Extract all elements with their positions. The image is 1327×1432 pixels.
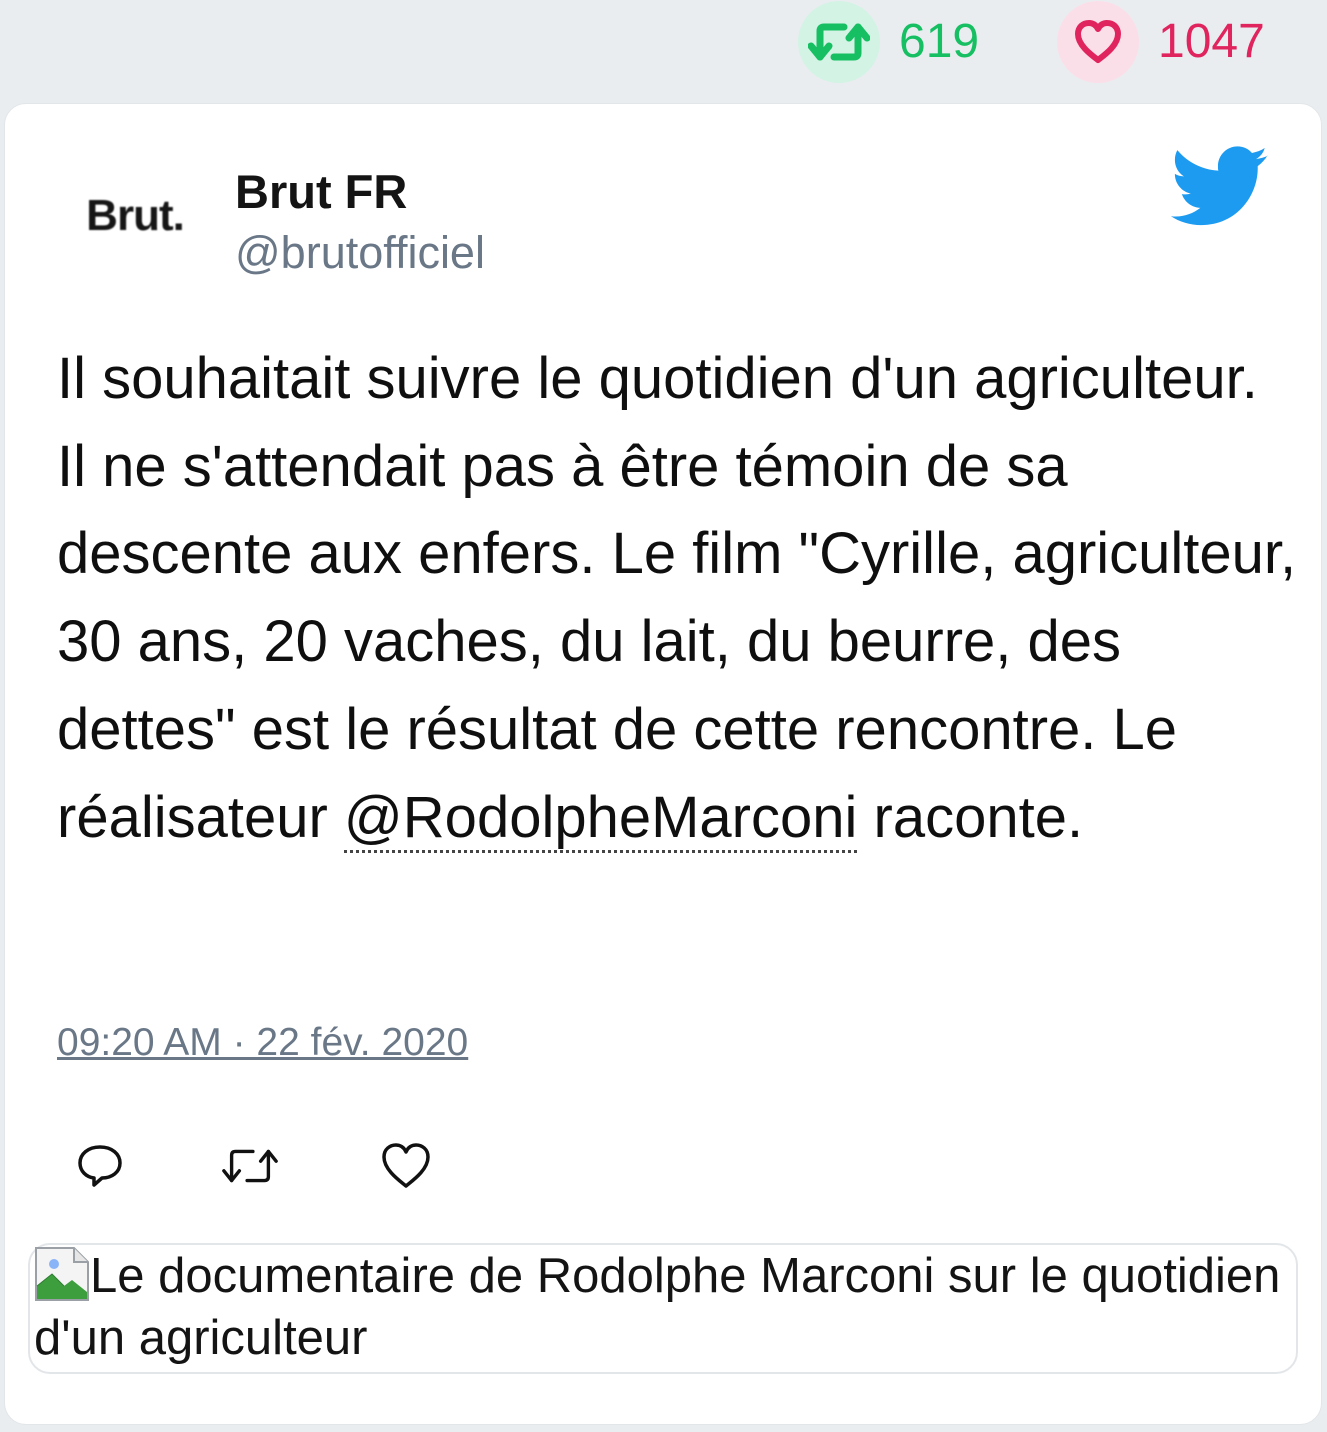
author-name[interactable]: Brut FR	[235, 164, 407, 220]
brut-logo: Brut.	[86, 191, 185, 240]
like-button[interactable]	[376, 1136, 436, 1196]
like-count: 1047	[1158, 15, 1265, 68]
retweet-button[interactable]	[220, 1136, 280, 1196]
media-card[interactable]: Le documentaire de Rodolphe Marconi sur …	[28, 1243, 1298, 1374]
media-alt-text: Le documentaire de Rodolphe Marconi sur …	[34, 1249, 1281, 1365]
engagement-bar: 619 1047	[0, 0, 1327, 84]
like-stat[interactable]: 1047	[1057, 1, 1265, 83]
retweet-stat[interactable]: 619	[798, 1, 979, 83]
twitter-bird-icon[interactable]	[1170, 146, 1270, 228]
reply-icon	[78, 1145, 122, 1187]
tweet-text-part: raconte.	[857, 784, 1084, 850]
tweet-text: Il souhaitait suivre le quotidien d'un a…	[57, 335, 1297, 861]
avatar[interactable]: Brut.	[74, 170, 196, 262]
author-handle[interactable]: @brutofficiel	[235, 225, 485, 281]
tweet-text-part: Il souhaitait suivre le quotidien d'un a…	[57, 346, 1297, 850]
retweet-icon	[222, 1149, 278, 1183]
reply-button[interactable]	[70, 1136, 130, 1196]
heart-icon[interactable]	[1057, 1, 1139, 83]
broken-image-icon	[35, 1247, 89, 1301]
tweet-timestamp[interactable]: 09:20 AM · 22 fév. 2020	[57, 1017, 468, 1069]
mention-link[interactable]: @RodolpheMarconi	[343, 784, 858, 853]
retweet-count: 619	[899, 15, 980, 68]
retweet-icon[interactable]	[798, 1, 880, 83]
heart-icon	[382, 1143, 430, 1188]
